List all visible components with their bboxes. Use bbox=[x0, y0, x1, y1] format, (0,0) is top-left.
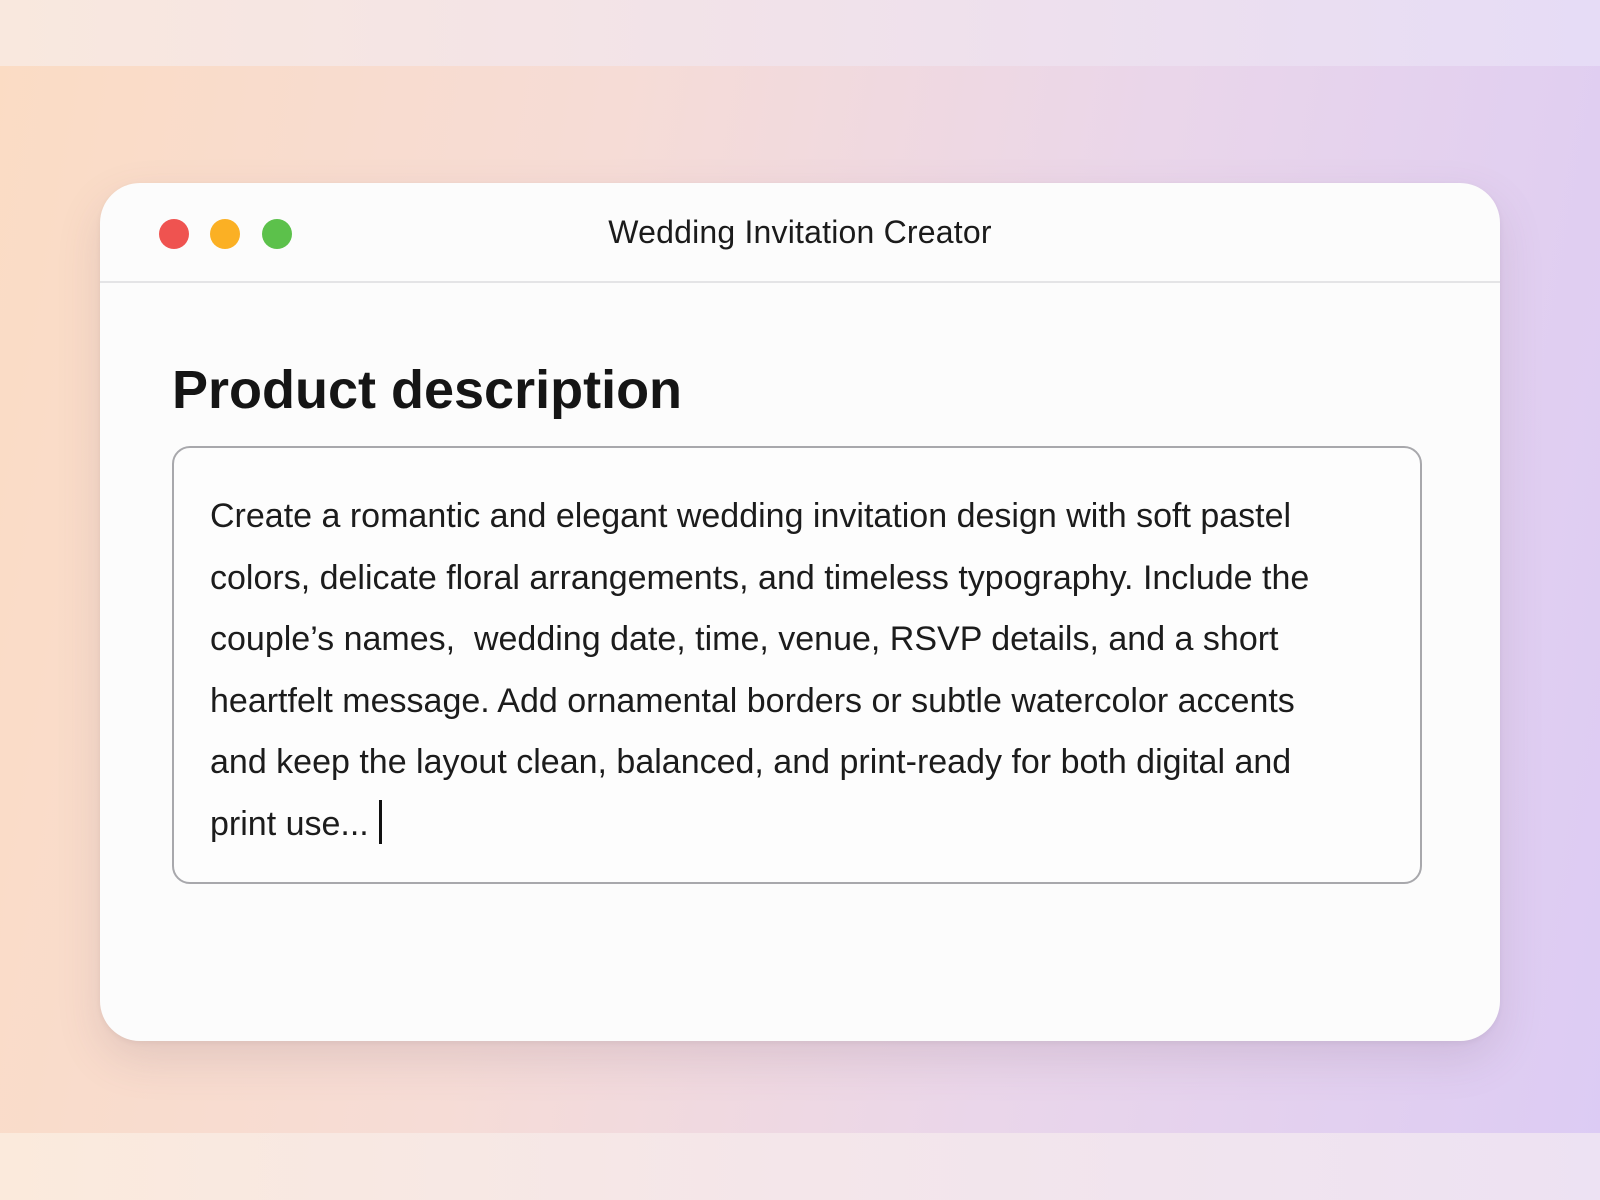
description-line: Create a romantic and elegant wedding in… bbox=[210, 497, 1292, 535]
description-line: and keep the layout clean, balanced, and… bbox=[210, 743, 1292, 781]
window-title: Wedding Invitation Creator bbox=[608, 214, 992, 250]
background-bottom-band bbox=[0, 1133, 1600, 1200]
text-cursor bbox=[378, 799, 382, 844]
section-heading: Product description bbox=[172, 360, 683, 420]
description-line: colors, delicate floral arrangements, an… bbox=[210, 558, 1310, 597]
description-line: couple’s names, wedding date, time, venu… bbox=[210, 620, 1279, 658]
title-bar: Wedding Invitation Creator bbox=[100, 183, 1500, 283]
product-description-text[interactable]: Create a romantic and elegant wedding in… bbox=[210, 486, 1390, 855]
background-top-band bbox=[0, 0, 1600, 66]
description-line: print use... bbox=[210, 804, 369, 843]
description-line: heartfelt message. Add ornamental border… bbox=[210, 681, 1295, 720]
product-description-textarea[interactable]: Create a romantic and elegant wedding in… bbox=[172, 446, 1422, 884]
main-content: Product description Create a romantic an… bbox=[100, 283, 1500, 1041]
app-window: Wedding Invitation Creator Product descr… bbox=[100, 183, 1500, 1041]
